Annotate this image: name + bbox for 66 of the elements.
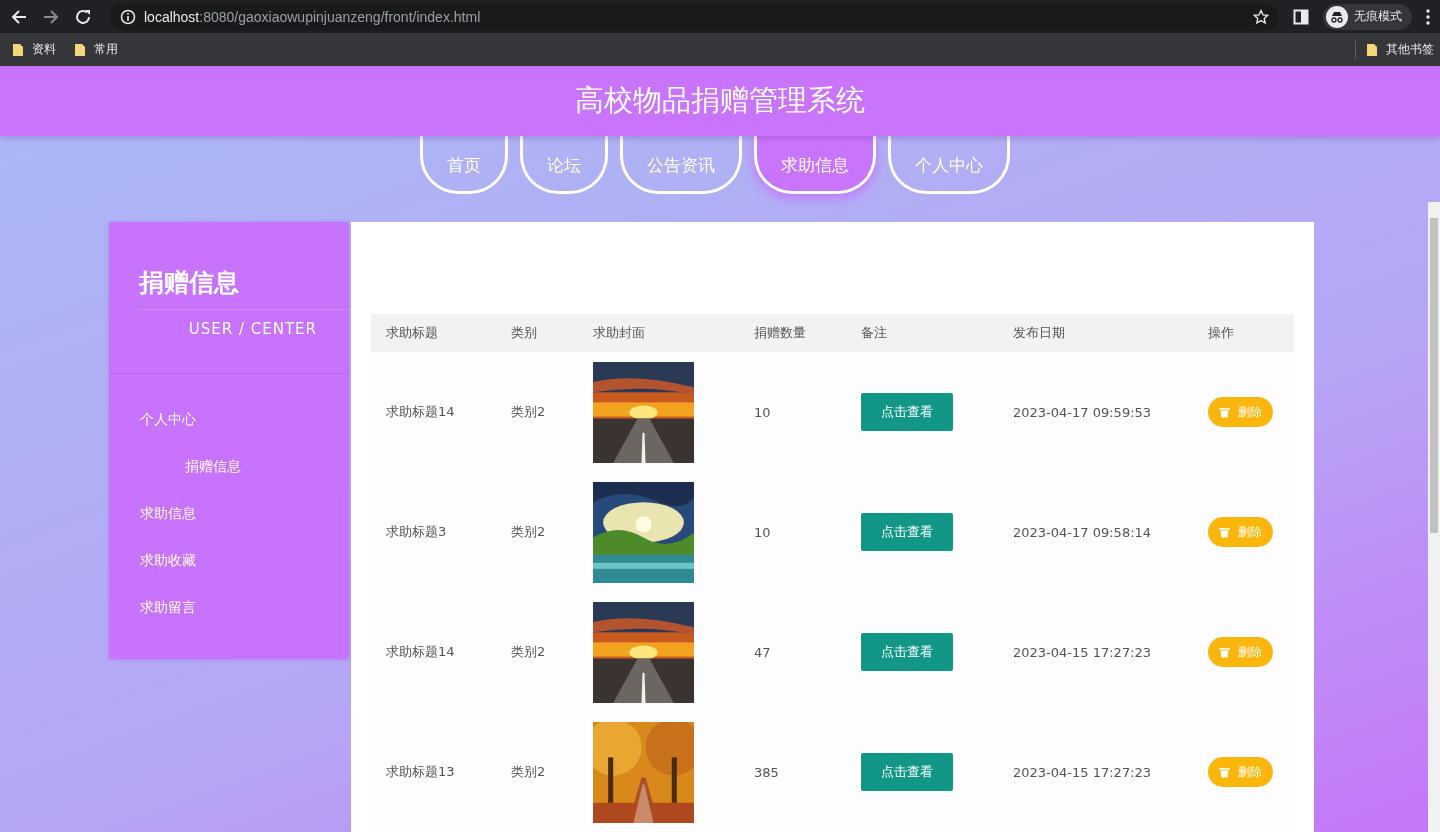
- reload-icon[interactable]: [74, 7, 92, 26]
- nav-tab[interactable]: 论坛: [520, 136, 608, 194]
- bookmark[interactable]: 其他书签: [1366, 41, 1434, 58]
- incognito-badge[interactable]: 无痕模式: [1323, 3, 1412, 30]
- table-cell-text: 2023-04-15 17:27:23: [1013, 764, 1153, 780]
- view-button[interactable]: 点击查看: [861, 393, 953, 431]
- column-header: 操作: [1208, 324, 1235, 342]
- nav-tab[interactable]: 公告资讯: [620, 136, 742, 194]
- table-cell-text: 2023-04-17 09:58:14: [1013, 524, 1153, 540]
- menu-icon[interactable]: [1426, 8, 1430, 25]
- column-header: 发布日期: [1013, 324, 1066, 342]
- column-header: 求助封面: [593, 324, 646, 342]
- back-icon[interactable]: [10, 7, 28, 26]
- table-cell-text: 求助标题14: [386, 403, 456, 421]
- nav-tab[interactable]: 个人中心: [888, 136, 1010, 194]
- sidebar-item[interactable]: 求助信息: [109, 496, 349, 543]
- sidebar-item[interactable]: 求助收藏: [109, 543, 349, 590]
- trash-icon: [1219, 766, 1230, 778]
- table-cell-text: 2023-04-15 17:27:23: [1013, 644, 1153, 660]
- table-cell-text: 385: [754, 764, 780, 780]
- column-header: 备注: [861, 324, 888, 342]
- info-icon: [120, 8, 136, 25]
- url-text: localhost:8080/gaoxiaowupinjuanzeng/front/index.html: [144, 8, 482, 25]
- address-bar[interactable]: localhost:8080/gaoxiaowupinjuanzeng/front/index.html: [110, 2, 1279, 31]
- table-cell-text: 2023-04-17 09:59:53: [1013, 404, 1153, 420]
- trash-icon: [1219, 406, 1230, 418]
- view-button[interactable]: 点击查看: [861, 753, 953, 791]
- forward-icon[interactable]: [42, 7, 60, 26]
- sidebar-title: 捐赠信息: [139, 266, 349, 310]
- table-cell-text: 类别2: [511, 523, 547, 541]
- folder-icon: [74, 42, 86, 57]
- column-header: 捐赠数量: [754, 324, 807, 342]
- table-cell-text: 类别2: [511, 763, 547, 781]
- folder-icon: [1366, 42, 1378, 57]
- scrollbar[interactable]: [1428, 202, 1440, 832]
- table-cell-text: 10: [754, 524, 772, 540]
- table-cell-text: 10: [754, 404, 772, 420]
- delete-button[interactable]: 删除: [1208, 637, 1273, 667]
- column-header: 类别: [511, 324, 538, 342]
- table-cell-text: 47: [754, 644, 772, 660]
- sidebar-item[interactable]: 捐赠信息: [109, 449, 349, 496]
- table-cell-text: 求助标题3: [386, 523, 448, 541]
- trash-icon: [1219, 526, 1230, 538]
- nav-tab[interactable]: 首页: [420, 136, 508, 194]
- table-cell-text: 求助标题14: [386, 643, 456, 661]
- sidebar-subtitle: USER / CENTER: [187, 319, 318, 338]
- table-cell-text: 类别2: [511, 403, 547, 421]
- delete-button[interactable]: 删除: [1208, 757, 1273, 787]
- delete-button[interactable]: 删除: [1208, 397, 1273, 427]
- sidebar-item[interactable]: 求助留言: [109, 590, 349, 637]
- star-icon[interactable]: [1253, 8, 1269, 25]
- table-cell-text: 求助标题13: [386, 763, 456, 781]
- bookmark[interactable]: 常用: [74, 41, 118, 58]
- site-title: 高校物品捐赠管理系统: [575, 82, 865, 119]
- trash-icon: [1219, 646, 1230, 658]
- bookmark[interactable]: 资料: [12, 41, 56, 58]
- view-button[interactable]: 点击查看: [861, 513, 953, 551]
- folder-icon: [12, 42, 24, 57]
- side-panel-icon[interactable]: [1293, 8, 1309, 25]
- delete-button[interactable]: 删除: [1208, 517, 1273, 547]
- nav-tab[interactable]: 求助信息: [754, 136, 876, 194]
- sidebar-item[interactable]: 个人中心: [109, 402, 349, 449]
- table-cell-text: 类别2: [511, 643, 547, 661]
- incognito-icon: [1326, 5, 1348, 28]
- column-header: 求助标题: [386, 324, 439, 342]
- view-button[interactable]: 点击查看: [861, 633, 953, 671]
